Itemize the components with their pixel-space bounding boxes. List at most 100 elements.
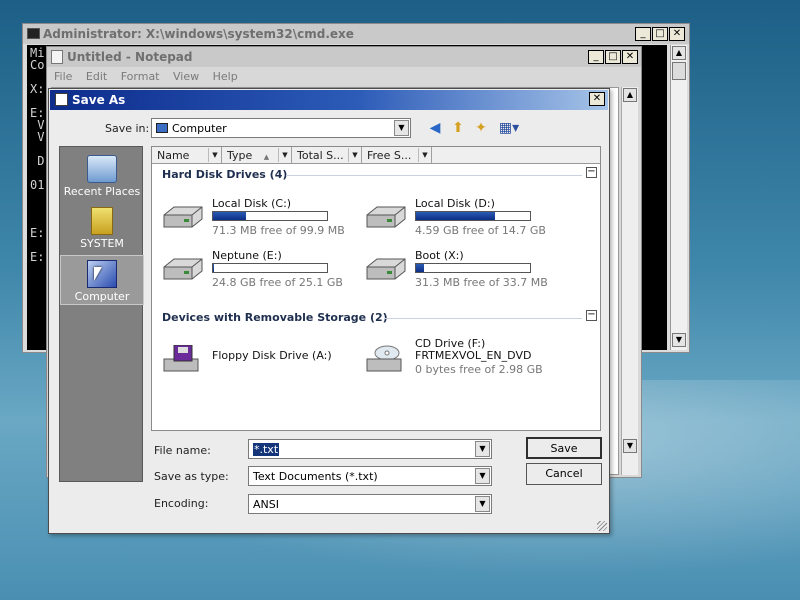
folder-icon [91,207,113,235]
drive-volume-label: FRTMEXVOL_EN_DVD [415,349,532,362]
floppy-drive-icon [160,344,204,373]
usage-bar [415,211,531,221]
cancel-button[interactable]: Cancel [526,463,602,485]
column-type[interactable]: Type ▲ ▼ [222,147,292,164]
place-label: Recent Places [63,185,141,198]
chevron-down-icon[interactable]: ▼ [475,441,490,457]
menu-format[interactable]: Format [121,70,160,83]
places-bar: Recent Places SYSTEM Computer [59,146,144,482]
scroll-down-arrow-icon[interactable]: ▼ [623,439,637,453]
save-button[interactable]: Save [526,437,602,459]
scroll-thumb[interactable] [672,62,686,80]
save-as-dialog[interactable]: Save As ✕ Save in: Computer ▼ ◀ ⬆ ✦ ▦▾ R… [48,88,610,534]
hard-drive-icon [363,257,407,285]
notepad-icon [51,50,63,64]
notepad-title: Untitled - Notepad [67,50,193,64]
scroll-up-arrow-icon[interactable]: ▲ [672,46,686,60]
group-header: Hard Disk Drives (4) [162,168,288,181]
notepad-scrollbar[interactable]: ▲ ▼ [621,87,638,475]
encoding-label: Encoding: [154,497,209,510]
file-name-label: File name: [154,444,211,457]
maximize-button[interactable]: □ [605,50,621,64]
drive-free: 31.3 MB free of 33.7 MB [415,276,548,289]
place-recent[interactable]: Recent Places [60,151,144,201]
column-total-size[interactable]: Total S... ▼ [292,147,362,164]
usage-bar [415,263,531,273]
save-type-label: Save as type: [154,470,229,483]
drive-name: Floppy Disk Drive (A:) [212,349,332,362]
drive-f[interactable]: CD Drive (F:) FRTMEXVOL_EN_DVD 0 bytes f… [363,337,553,381]
save-in-dropdown[interactable]: Computer ▼ [151,118,411,138]
drive-name: Local Disk (D:) [415,197,495,210]
mouse-cursor-icon [94,267,102,281]
cd-drive-icon [363,345,407,373]
save-type-value: Text Documents (*.txt) [253,470,378,483]
drive-free: 71.3 MB free of 99.9 MB [212,224,345,237]
chevron-down-icon: ▼ [418,148,431,162]
dialog-title: Save As [72,93,126,107]
chevron-down-icon[interactable]: ▼ [475,468,490,484]
maximize-button[interactable]: □ [652,27,668,41]
chevron-down-icon: ▼ [348,148,361,162]
view-menu-icon[interactable]: ▦▾ [496,119,522,137]
drive-name: Boot (X:) [415,249,464,262]
drive-e[interactable]: Neptune (E:) 24.8 GB free of 25.1 GB [160,249,350,293]
cmd-titlebar[interactable]: Administrator: X:\windows\system32\cmd.e… [23,24,689,44]
chevron-down-icon[interactable]: ▼ [394,120,409,136]
place-label: SYSTEM [80,237,124,250]
menu-help[interactable]: Help [213,70,238,83]
minimize-button[interactable]: _ [588,50,604,64]
collapse-icon[interactable]: − [586,167,597,178]
file-name-input[interactable]: *.txt ▼ [248,439,492,459]
drive-name: Neptune (E:) [212,249,282,262]
drive-x[interactable]: Boot (X:) 31.3 MB free of 33.7 MB [363,249,553,293]
place-computer[interactable]: Computer [60,255,144,305]
drive-free: 4.59 GB free of 14.7 GB [415,224,546,237]
notepad-menubar: File Edit Format View Help [49,68,639,86]
scroll-down-arrow-icon[interactable]: ▼ [672,333,686,347]
back-icon[interactable]: ◀ [426,119,444,137]
drive-c[interactable]: Local Disk (C:) 71.3 MB free of 99.9 MB [160,197,350,241]
computer-icon [156,123,168,133]
group-header: Devices with Removable Storage (2) [162,311,388,324]
chevron-down-icon[interactable]: ▼ [475,496,490,512]
menu-edit[interactable]: Edit [86,70,107,83]
collapse-icon[interactable]: − [586,310,597,321]
save-as-icon [55,93,68,106]
drive-a[interactable]: Floppy Disk Drive (A:) [160,337,350,381]
dialog-titlebar[interactable]: Save As [50,90,608,110]
save-type-dropdown[interactable]: Text Documents (*.txt) ▼ [248,466,492,486]
cmd-icon [27,28,40,39]
resize-grip-icon[interactable] [597,521,607,531]
place-label: Computer [74,290,130,303]
column-header: Name ▼ Type ▲ ▼ Total S... ▼ Free S... ▼ [152,147,600,164]
computer-icon [87,260,117,288]
menu-file[interactable]: File [54,70,72,83]
notepad-titlebar[interactable]: Untitled - Notepad [47,47,641,67]
column-free-space[interactable]: Free S... ▼ [362,147,432,164]
place-system[interactable]: SYSTEM [60,203,144,253]
chevron-down-icon: ▼ [278,148,291,162]
recent-places-icon [87,155,117,183]
cmd-title: Administrator: X:\windows\system32\cmd.e… [43,27,354,41]
save-in-value: Computer [172,122,227,135]
close-button[interactable]: ✕ [669,27,685,41]
hard-drive-icon [160,257,204,285]
usage-bar [212,211,328,221]
close-button[interactable]: ✕ [589,92,605,106]
up-folder-icon[interactable]: ⬆ [449,119,467,137]
close-button[interactable]: ✕ [622,50,638,64]
drive-d[interactable]: Local Disk (D:) 4.59 GB free of 14.7 GB [363,197,553,241]
file-list[interactable]: Name ▼ Type ▲ ▼ Total S... ▼ Free S... ▼ Har… [151,146,601,431]
minimize-button[interactable]: _ [635,27,651,41]
column-name[interactable]: Name ▼ [152,147,222,164]
new-folder-icon[interactable]: ✦ [472,119,490,137]
hard-drive-icon [160,205,204,233]
cmd-scrollbar[interactable]: ▲ ▼ [670,45,687,350]
scroll-up-arrow-icon[interactable]: ▲ [623,88,637,102]
file-name-value: *.txt [253,443,280,456]
save-in-label: Save in: [105,122,150,135]
menu-view[interactable]: View [173,70,199,83]
encoding-dropdown[interactable]: ANSI ▼ [248,494,492,514]
drive-name: Local Disk (C:) [212,197,292,210]
